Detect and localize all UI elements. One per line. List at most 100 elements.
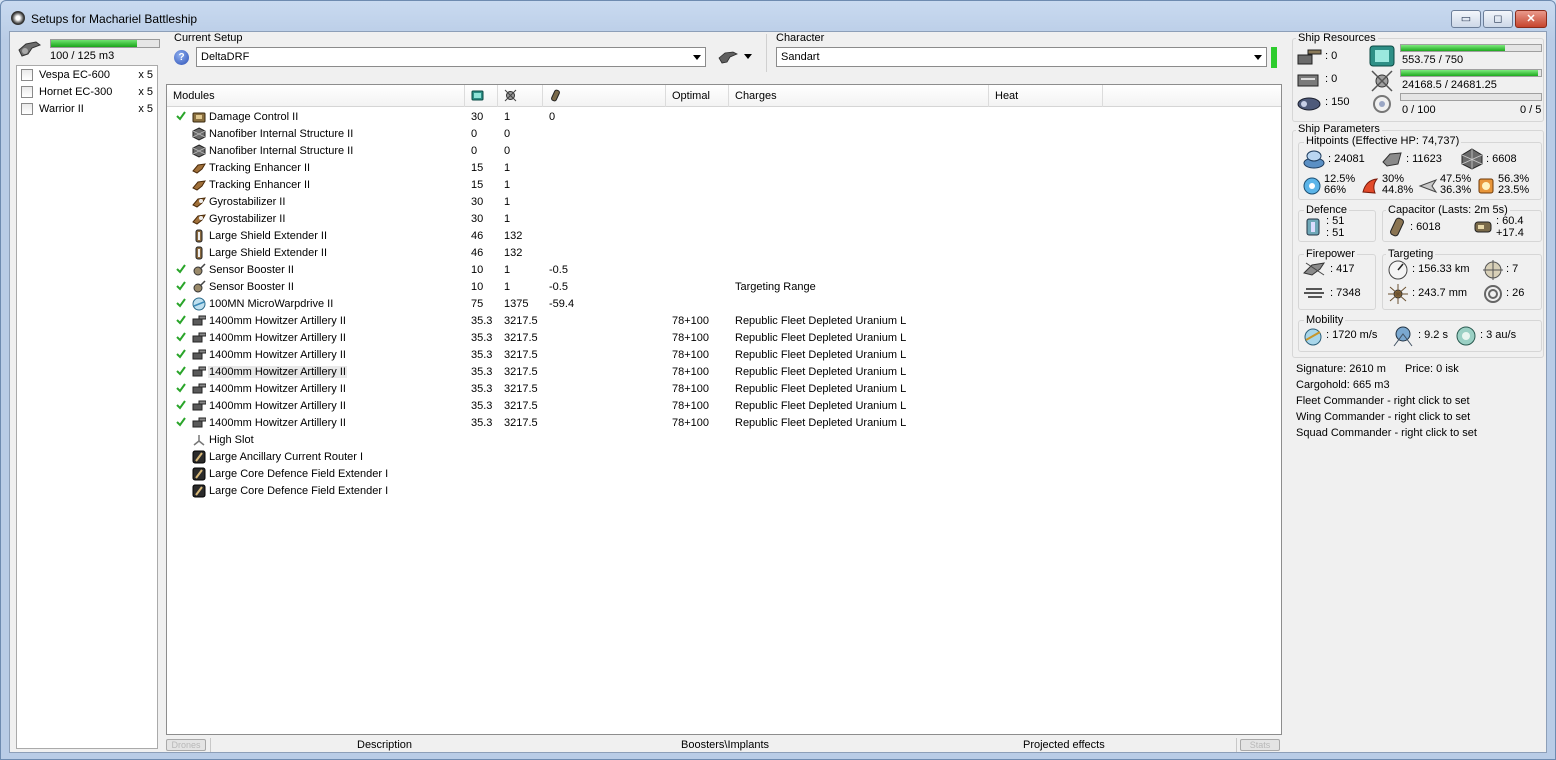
drone-checkbox[interactable] <box>21 69 33 81</box>
boosters-implants-tab[interactable]: Boosters\Implants <box>681 739 769 751</box>
module-row[interactable]: Large Core Defence Field Extender I <box>167 466 1281 483</box>
character-select[interactable]: Sandart <box>776 47 1267 67</box>
module-name: Large Core Defence Field Extender I <box>209 468 389 480</box>
ship-menu-button[interactable] <box>718 47 754 67</box>
module-cpu: 35.3 <box>471 315 493 327</box>
client-area: 100 / 125 m3 Vespa EC-600 x 5 Hornet EC-30… <box>9 31 1547 753</box>
col-powergrid[interactable] <box>498 85 543 107</box>
close-button[interactable]: ✕ <box>1515 10 1547 28</box>
module-name: High Slot <box>209 434 254 446</box>
col-optimal[interactable]: Optimal <box>666 85 729 107</box>
drone-list[interactable]: Vespa EC-600 x 5 Hornet EC-300 x 5 Warrior I… <box>16 65 158 749</box>
armor-hp-value: : 11623 <box>1406 153 1442 165</box>
module-charge[interactable]: Republic Fleet Depleted Uranium L <box>735 383 906 395</box>
setup-select[interactable]: DeltaDRF <box>196 47 706 67</box>
module-row[interactable]: Sensor Booster II 10 1 -0.5 <box>167 262 1281 279</box>
module-row[interactable]: 1400mm Howitzer Artillery II 35.3 3217.5 78… <box>167 347 1281 364</box>
module-row[interactable]: 1400mm Howitzer Artillery II 35.3 3217.5 78… <box>167 398 1281 415</box>
module-row[interactable]: Gyrostabilizer II 30 1 <box>167 211 1281 228</box>
powergrid-icon <box>1371 70 1393 92</box>
module-powergrid: 1 <box>504 213 511 225</box>
module-charge[interactable]: Republic Fleet Depleted Uranium L <box>735 315 906 327</box>
em-resist-icon <box>1303 177 1321 195</box>
module-row[interactable]: Large Shield Extender II 46 132 <box>167 245 1281 262</box>
module-charge[interactable]: Targeting Range <box>735 281 816 293</box>
module-charge[interactable]: Republic Fleet Depleted Uranium L <box>735 400 906 412</box>
module-powergrid: 0 <box>504 128 511 140</box>
active-check-icon[interactable] <box>176 383 186 393</box>
signature-value: Signature: 2610 m <box>1296 363 1386 375</box>
calibration-icon <box>1297 97 1321 111</box>
module-powergrid: 3217.5 <box>504 400 538 412</box>
stats-toggle-button[interactable]: Stats <box>1240 739 1280 751</box>
module-cpu: 46 <box>471 247 484 259</box>
drone-list-item[interactable]: Hornet EC-300 x 5 <box>17 83 157 100</box>
active-check-icon[interactable] <box>176 264 186 274</box>
projected-effects-tab[interactable]: Projected effects <box>1023 739 1105 751</box>
module-row[interactable]: 100MN MicroWarpdrive II 75 1375 -59.4 <box>167 296 1281 313</box>
active-check-icon[interactable] <box>176 315 186 325</box>
col-cpu[interactable] <box>465 85 498 107</box>
module-charge[interactable]: Republic Fleet Depleted Uranium L <box>735 417 906 429</box>
active-check-icon[interactable] <box>176 400 186 410</box>
module-row[interactable]: Large Ancillary Current Router I <box>167 449 1281 466</box>
volley-value: : 7348 <box>1330 287 1361 299</box>
module-row[interactable]: 1400mm Howitzer Artillery II 35.3 3217.5 78… <box>167 330 1281 347</box>
module-cpu: 46 <box>471 230 484 242</box>
squad-commander-slot[interactable]: Squad Commander - right click to set <box>1296 427 1477 439</box>
powergrid-usage-bar <box>1400 69 1542 77</box>
high-slot-icon <box>193 435 205 446</box>
drone-checkbox[interactable] <box>21 86 33 98</box>
module-row[interactable]: Large Core Defence Field Extender I <box>167 483 1281 500</box>
module-row[interactable]: Large Shield Extender II 46 132 <box>167 228 1281 245</box>
module-row[interactable]: 1400mm Howitzer Artillery II 35.3 3217.5 78… <box>167 364 1281 381</box>
calibration-value: : 150 <box>1325 96 1350 108</box>
module-row[interactable]: High Slot <box>167 432 1281 449</box>
minimize-button[interactable]: ▭ <box>1451 10 1481 28</box>
fleet-commander-slot[interactable]: Fleet Commander - right click to set <box>1296 395 1470 407</box>
col-heat[interactable]: Heat <box>989 85 1103 107</box>
gyrostabilizer-icon <box>192 197 206 208</box>
module-row[interactable]: Nanofiber Internal Structure II 0 0 <box>167 143 1281 160</box>
modules-table[interactable]: Modules Optimal Charges Heat Damage Cont… <box>166 84 1282 735</box>
module-row[interactable]: Tracking Enhancer II 15 1 <box>167 177 1281 194</box>
help-icon[interactable]: ? <box>174 50 189 65</box>
app-window: Setups for Machariel Battleship ▭ ◻ ✕ 10… <box>0 0 1556 760</box>
drone-checkbox[interactable] <box>21 103 33 115</box>
tracking-enhancer-icon <box>192 163 206 174</box>
hitpoints-label: Hitpoints (Effective HP: 74,737) <box>1304 135 1462 147</box>
wing-commander-slot[interactable]: Wing Commander - right click to set <box>1296 411 1470 423</box>
col-modules[interactable]: Modules <box>167 85 465 107</box>
structure-hp-icon <box>1461 148 1483 170</box>
module-charge[interactable]: Republic Fleet Depleted Uranium L <box>735 349 906 361</box>
active-check-icon[interactable] <box>176 281 186 291</box>
module-row[interactable]: Sensor Booster II 10 1 -0.5 Targeting Range <box>167 279 1281 296</box>
drone-list-item[interactable]: Warrior II x 5 <box>17 100 157 117</box>
active-check-icon[interactable] <box>176 417 186 427</box>
col-charges-label: Charges <box>735 90 777 102</box>
col-optimal-label: Optimal <box>672 90 710 102</box>
active-check-icon[interactable] <box>176 298 186 308</box>
module-row[interactable]: 1400mm Howitzer Artillery II 35.3 3217.5 78… <box>167 415 1281 432</box>
drone-list-item[interactable]: Vespa EC-600 x 5 <box>17 66 157 83</box>
maximize-button[interactable]: ◻ <box>1483 10 1513 28</box>
drones-toggle-button[interactable]: Drones <box>166 739 206 751</box>
active-check-icon[interactable] <box>176 332 186 342</box>
module-row[interactable]: Tracking Enhancer II 15 1 <box>167 160 1281 177</box>
module-cpu: 75 <box>471 298 484 310</box>
drone-bandwidth-value: 0 / 100 <box>1402 104 1436 116</box>
active-check-icon[interactable] <box>176 111 186 121</box>
description-tab[interactable]: Description <box>357 739 412 751</box>
module-row[interactable]: Gyrostabilizer II 30 1 <box>167 194 1281 211</box>
col-capacitor[interactable] <box>543 85 666 107</box>
capacitor-icon <box>551 89 560 102</box>
module-row[interactable]: 1400mm Howitzer Artillery II 35.3 3217.5 78… <box>167 313 1281 330</box>
active-check-icon[interactable] <box>176 349 186 359</box>
module-row[interactable]: Damage Control II 30 1 0 <box>167 109 1281 126</box>
module-charge[interactable]: Republic Fleet Depleted Uranium L <box>735 366 906 378</box>
module-charge[interactable]: Republic Fleet Depleted Uranium L <box>735 332 906 344</box>
module-row[interactable]: 1400mm Howitzer Artillery II 35.3 3217.5 78… <box>167 381 1281 398</box>
col-charges[interactable]: Charges <box>729 85 989 107</box>
module-row[interactable]: Nanofiber Internal Structure II 0 0 <box>167 126 1281 143</box>
active-check-icon[interactable] <box>176 366 186 376</box>
